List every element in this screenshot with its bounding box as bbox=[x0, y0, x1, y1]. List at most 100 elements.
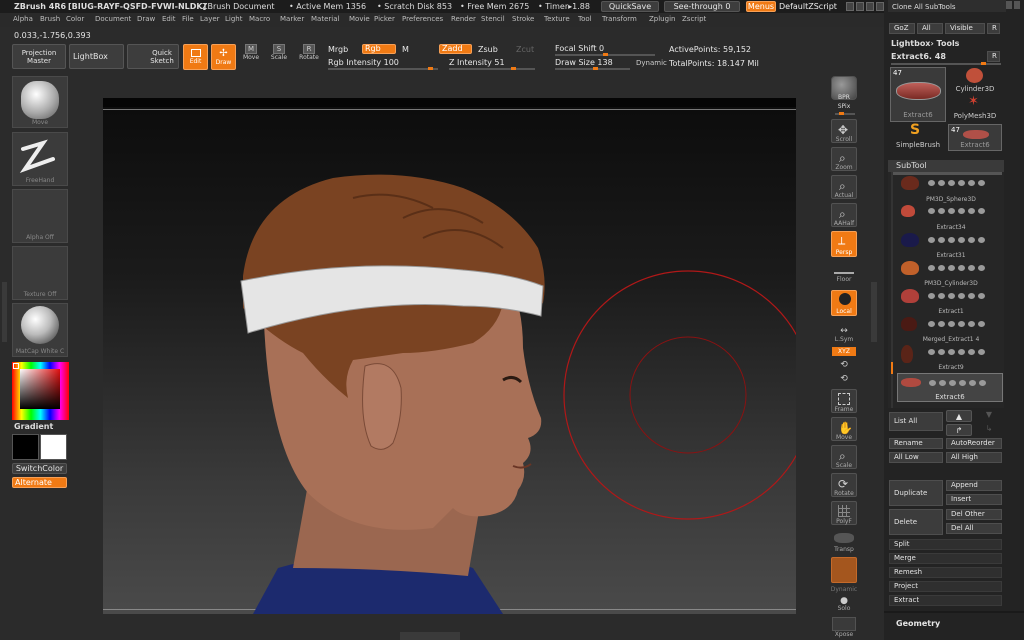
move-up-icon[interactable]: ▲ bbox=[946, 410, 972, 422]
color-picker[interactable] bbox=[12, 362, 69, 420]
visible-button[interactable]: Visible bbox=[945, 23, 985, 34]
zadd-button[interactable]: Zadd bbox=[439, 44, 472, 54]
menus-button[interactable]: Menus bbox=[746, 1, 776, 12]
subtool-row-7-tools[interactable] bbox=[929, 379, 986, 387]
edit-button[interactable]: Edit bbox=[183, 44, 208, 70]
local-button[interactable]: Local bbox=[831, 290, 857, 316]
menu-material[interactable]: Material bbox=[311, 15, 339, 23]
draw-size-knob[interactable] bbox=[593, 67, 598, 70]
all-low-button[interactable]: All Low bbox=[889, 452, 943, 463]
thumb-simplebrush[interactable]: S SimpleBrush bbox=[890, 122, 946, 151]
see-through-slider[interactable]: See-through 0 bbox=[664, 1, 740, 12]
subtool-row-0-tools[interactable] bbox=[928, 179, 985, 187]
secondary-color-swatch[interactable] bbox=[12, 434, 39, 460]
rgb-intensity-knob[interactable] bbox=[428, 67, 433, 70]
extract-button[interactable]: Extract bbox=[889, 595, 1002, 606]
right-tray-handle[interactable] bbox=[871, 282, 877, 342]
gradient-label[interactable]: Gradient bbox=[14, 422, 53, 432]
material-slot[interactable]: MatCap White C bbox=[12, 303, 68, 357]
menu-zplugin[interactable]: Zplugin bbox=[649, 15, 675, 23]
menu-edit[interactable]: Edit bbox=[162, 15, 176, 23]
dynamic-toggle[interactable]: Dynamic bbox=[636, 59, 667, 68]
scale-mode-button[interactable]: S Scale bbox=[268, 44, 290, 70]
lightbox-tools-button[interactable]: Lightbox› Tools bbox=[891, 39, 959, 49]
rename-button[interactable]: Rename bbox=[889, 438, 943, 449]
subtool-row-1-tools[interactable] bbox=[928, 207, 985, 215]
clone-subtools-row[interactable]: Clone All SubTools bbox=[888, 0, 1006, 12]
thumb-polymesh3d[interactable]: ✶ PolyMesh3D bbox=[948, 94, 1002, 122]
all-high-button[interactable]: All High bbox=[946, 452, 1002, 463]
menu-document[interactable]: Document bbox=[95, 15, 131, 23]
delete-button[interactable]: Delete bbox=[889, 509, 943, 535]
zsub-button[interactable]: Zsub bbox=[478, 45, 498, 55]
z-intensity-slider[interactable] bbox=[449, 67, 535, 70]
persp-button[interactable]: ⟂ Persp bbox=[831, 231, 857, 257]
menu-layer[interactable]: Layer bbox=[200, 15, 220, 23]
close-icon[interactable] bbox=[876, 2, 884, 11]
quick-sketch-button[interactable]: Quick Sketch bbox=[127, 44, 179, 69]
spix-slider[interactable] bbox=[835, 112, 855, 115]
lightbox-button[interactable]: LightBox bbox=[69, 44, 124, 69]
subtool-row-5-tools[interactable] bbox=[928, 320, 985, 328]
focal-shift-knob[interactable] bbox=[603, 53, 608, 56]
subtool-name-0[interactable]: PM3D_Sphere3D bbox=[898, 196, 1004, 203]
menu-stencil[interactable]: Stencil bbox=[481, 15, 505, 23]
subtool-name-6[interactable]: Extract9 bbox=[898, 364, 1004, 371]
subtool-name-3[interactable]: PM3D_Cylinder3D bbox=[898, 280, 1004, 287]
menu-stroke[interactable]: Stroke bbox=[512, 15, 534, 23]
z-intensity-knob[interactable] bbox=[511, 67, 516, 70]
duplicate-button[interactable]: Duplicate bbox=[889, 480, 943, 506]
menu-file[interactable]: File bbox=[182, 15, 194, 23]
subtool-shirt-icon[interactable] bbox=[901, 233, 919, 247]
insert-button[interactable]: Insert bbox=[946, 494, 1002, 505]
rgb-intensity-slider[interactable] bbox=[328, 67, 438, 70]
subtool-name-4[interactable]: Extract1 bbox=[898, 308, 1004, 315]
alternate-button[interactable]: Alternate bbox=[12, 477, 67, 488]
menu-tool[interactable]: Tool bbox=[578, 15, 592, 23]
menu-picker[interactable]: Picker bbox=[374, 15, 395, 23]
geometry-header[interactable]: Geometry bbox=[896, 619, 940, 629]
color-square[interactable] bbox=[20, 369, 60, 409]
menu-marker[interactable]: Marker bbox=[280, 15, 304, 23]
mrgb-button[interactable]: Mrgb bbox=[328, 45, 348, 55]
subtool-cylinder-icon[interactable] bbox=[901, 289, 919, 303]
subtool-head-icon[interactable] bbox=[901, 261, 919, 275]
subtool-row-4-tools[interactable] bbox=[928, 292, 985, 300]
subtool-row-6-tools[interactable] bbox=[928, 348, 985, 356]
minimize-icon[interactable] bbox=[866, 2, 874, 11]
layout-icon[interactable] bbox=[856, 2, 864, 11]
stroke-slot[interactable]: FreeHand bbox=[12, 132, 68, 186]
project-button[interactable]: Project bbox=[889, 581, 1002, 592]
transp-icon[interactable] bbox=[834, 533, 854, 543]
bottom-tray-handle[interactable] bbox=[400, 632, 460, 640]
subtool-scrollbar[interactable] bbox=[891, 172, 893, 408]
subtool-sphere-icon[interactable] bbox=[901, 205, 915, 217]
tool-slider[interactable] bbox=[891, 62, 1001, 65]
menu-brush[interactable]: Brush bbox=[40, 15, 60, 23]
subtool-row-3-tools[interactable] bbox=[928, 264, 985, 272]
move-up-arrow-icon[interactable]: ↱ bbox=[946, 424, 972, 436]
panel-scroll-arrows[interactable] bbox=[1006, 1, 1020, 11]
subtool-name-1[interactable]: Extract34 bbox=[898, 224, 1004, 231]
menu-zscript[interactable]: Zscript bbox=[682, 15, 706, 23]
left-tray-handle[interactable] bbox=[2, 282, 7, 342]
m-button[interactable]: M bbox=[402, 45, 409, 55]
r-button[interactable]: R bbox=[987, 23, 1000, 34]
append-button[interactable]: Append bbox=[946, 480, 1002, 491]
menu-light[interactable]: Light bbox=[225, 15, 242, 23]
switchcolor-button[interactable]: SwitchColor bbox=[12, 463, 67, 474]
rotate-mode-button[interactable]: R Rotate bbox=[297, 44, 321, 70]
subtool-scroll-thumb[interactable] bbox=[891, 362, 893, 374]
remesh-button[interactable]: Remesh bbox=[889, 567, 1002, 578]
spix-knob[interactable] bbox=[839, 112, 844, 115]
split-button[interactable]: Split bbox=[889, 539, 1002, 550]
default-zscript[interactable]: DefaultZScript bbox=[779, 2, 837, 12]
alpha-slot[interactable]: Alpha Off bbox=[12, 189, 68, 243]
focal-shift-slider[interactable] bbox=[555, 53, 655, 56]
move-mode-button[interactable]: M Move bbox=[240, 44, 262, 70]
del-other-button[interactable]: Del Other bbox=[946, 509, 1002, 520]
thumb-extract6-small[interactable]: 47 Extract6 bbox=[948, 124, 1002, 151]
menu-color[interactable]: Color bbox=[66, 15, 84, 23]
subtool-merged-icon[interactable] bbox=[901, 345, 913, 363]
thumb-cylinder3d[interactable]: Cylinder3D bbox=[948, 67, 1002, 94]
